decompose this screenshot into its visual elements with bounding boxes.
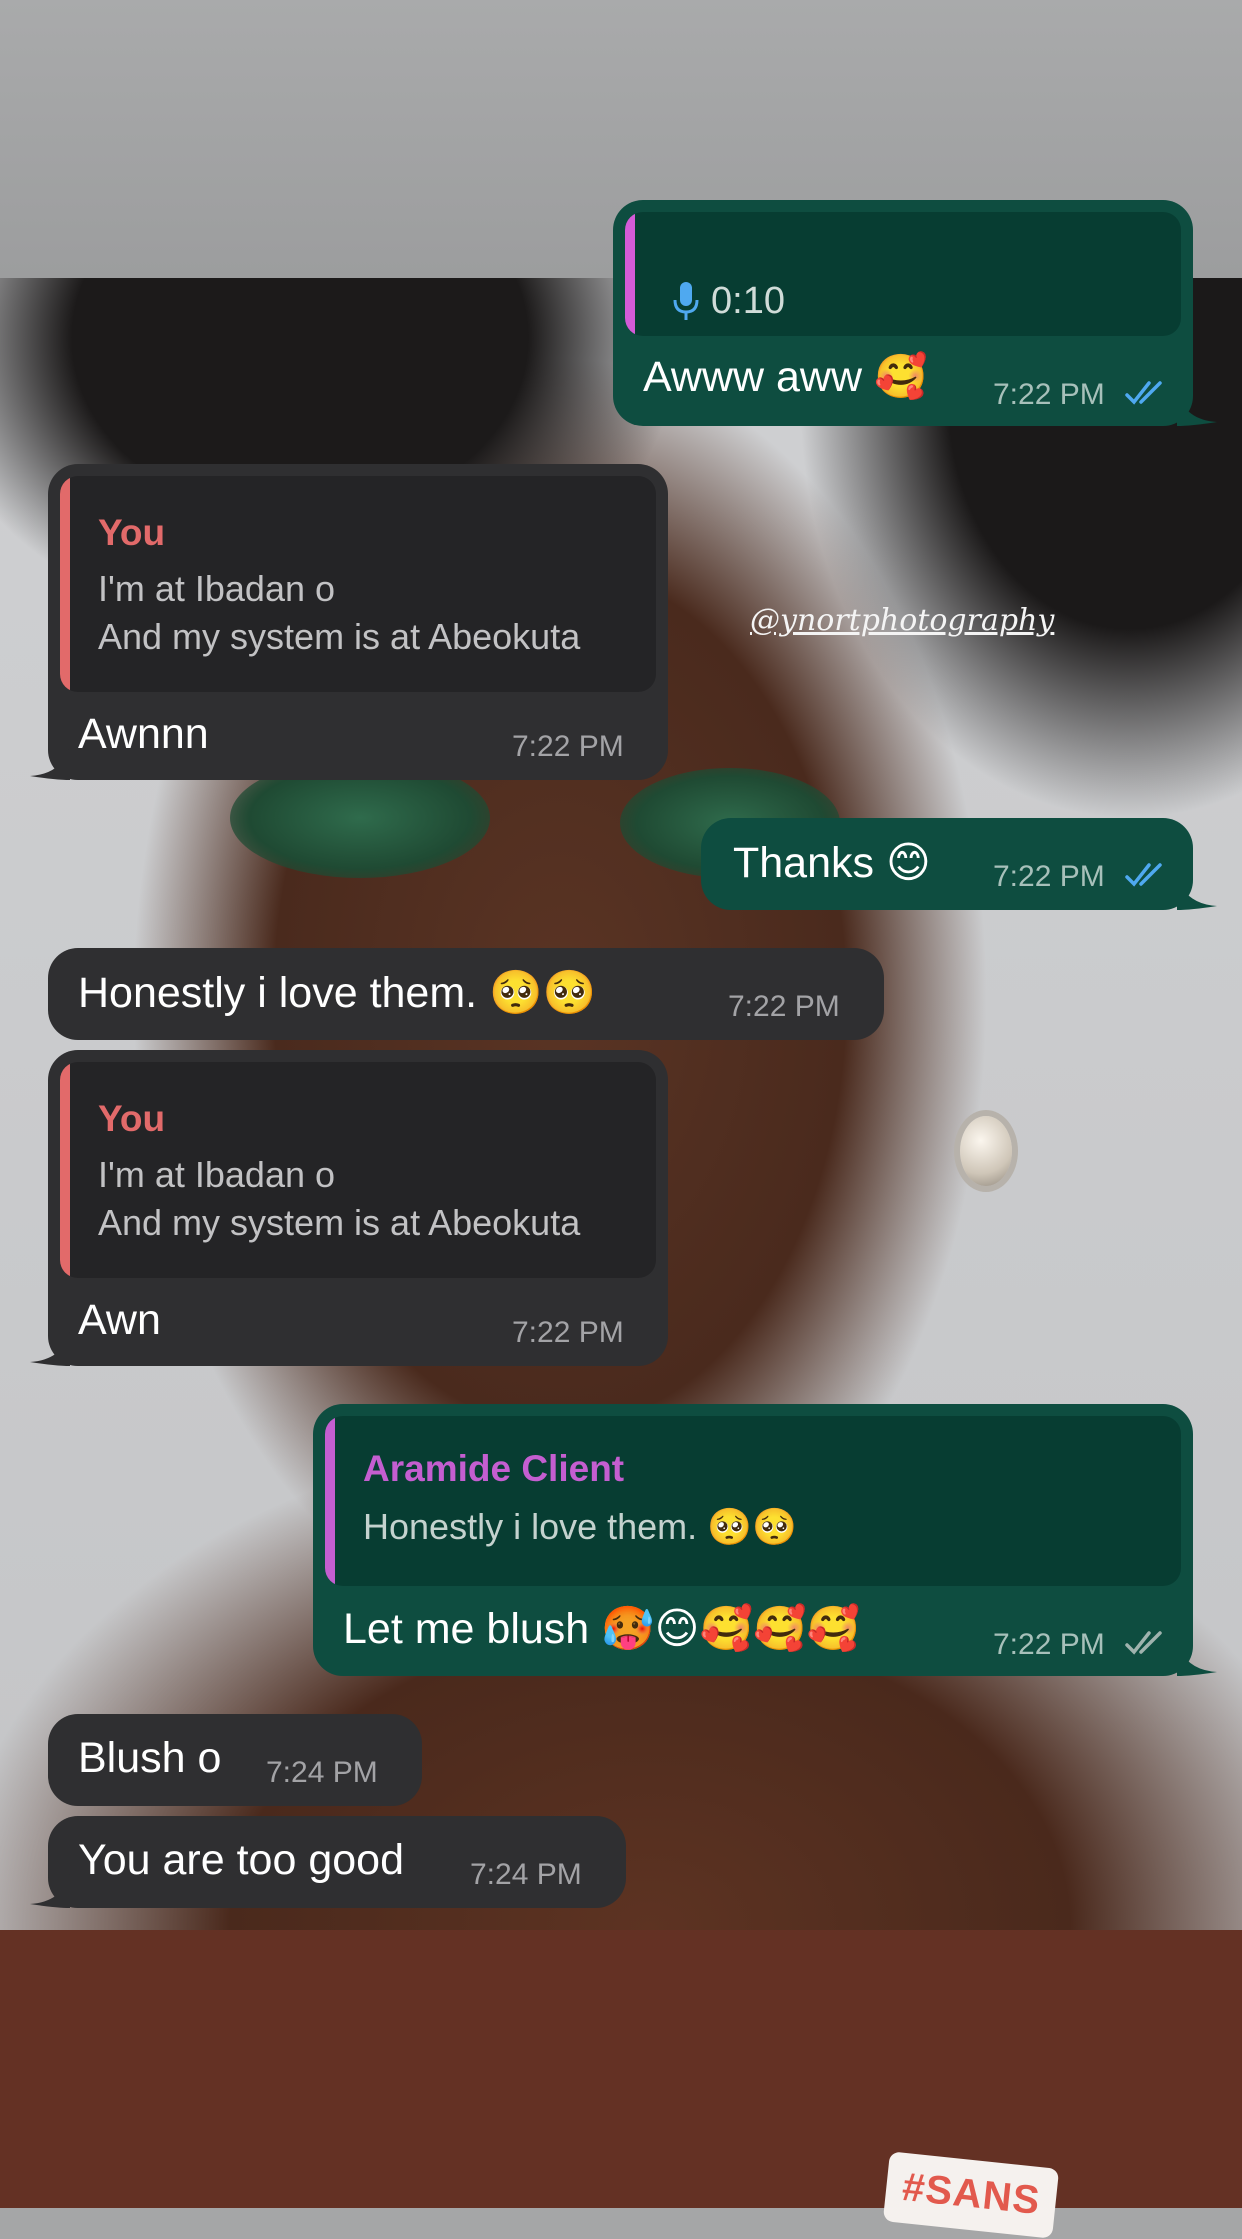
bottom-letterbox — [0, 1930, 1242, 2208]
bubble-tail — [30, 746, 70, 780]
double-check-blue-icon — [1125, 862, 1165, 893]
message-text: Blush o — [78, 1734, 222, 1782]
message-text: Awww aww 🥰 — [643, 353, 928, 401]
bubble-tail — [1177, 392, 1217, 426]
quote-bar — [325, 1416, 335, 1586]
reply-quote[interactable]: Aramide Client Honestly i love them. 🥺🥺 — [325, 1416, 1181, 1586]
message-text: Honestly i love them. 🥺🥺 — [78, 969, 597, 1017]
quote-author: You — [98, 512, 166, 553]
message-time: 7:22 PM — [993, 860, 1105, 893]
voice-quote-bar — [625, 212, 635, 336]
message-time: 7:24 PM — [266, 1756, 378, 1789]
message-bubble-outgoing[interactable]: 0:10 Awww aww 🥰 7:22 PM — [613, 200, 1217, 426]
quote-bar — [60, 476, 70, 692]
message-bubble-incoming[interactable]: Blush o 7:24 PM — [48, 1714, 422, 1806]
message-bubble-incoming[interactable]: You I'm at Ibadan o And my system is at … — [30, 464, 668, 780]
photographer-watermark: @ynortphotography — [750, 603, 1055, 638]
bubble-tail — [1177, 1642, 1217, 1676]
double-check-gray-icon — [1125, 1630, 1165, 1661]
message-time: 7:22 PM — [512, 730, 624, 763]
message-text: Awnnn — [78, 710, 209, 758]
message-bubble-outgoing[interactable]: Aramide Client Honestly i love them. 🥺🥺 … — [313, 1404, 1217, 1676]
voice-note-quote[interactable]: 0:10 — [625, 212, 1181, 336]
bubble-tail — [30, 1332, 70, 1366]
quote-line: Honestly i love them. 🥺🥺 — [363, 1506, 797, 1547]
message-bubble-incoming[interactable]: You I'm at Ibadan o And my system is at … — [30, 1050, 668, 1366]
quote-author: You — [98, 1098, 166, 1139]
message-bubble-incoming[interactable]: Honestly i love them. 🥺🥺 7:22 PM — [48, 948, 884, 1040]
message-bubble-incoming[interactable]: You are too good 7:24 PM — [30, 1816, 626, 1908]
bubble-tail — [30, 1874, 70, 1908]
microphone-icon — [673, 282, 699, 325]
message-time: 7:22 PM — [993, 378, 1105, 411]
message-time: 7:22 PM — [728, 990, 840, 1023]
message-bubble-outgoing[interactable]: Thanks 😊 7:22 PM — [701, 818, 1217, 910]
bubble-tail — [1177, 876, 1217, 910]
message-time: 7:24 PM — [470, 1858, 582, 1891]
message-text: You are too good — [78, 1836, 404, 1884]
message-text: Let me blush 🥵😊🥰🥰🥰 — [343, 1605, 861, 1653]
double-check-blue-icon — [1125, 380, 1165, 411]
quote-line: And my system is at Abeokuta — [98, 616, 581, 657]
voice-duration: 0:10 — [711, 280, 785, 322]
quote-line: I'm at Ibadan o — [98, 1154, 336, 1195]
quote-line: I'm at Ibadan o — [98, 568, 336, 609]
message-time: 7:22 PM — [993, 1628, 1105, 1661]
quote-author: Aramide Client — [363, 1448, 625, 1489]
pearl-earring — [960, 1116, 1012, 1186]
quote-bar — [60, 1062, 70, 1278]
reply-quote[interactable]: You I'm at Ibadan o And my system is at … — [60, 476, 656, 692]
reply-quote[interactable]: You I'm at Ibadan o And my system is at … — [60, 1062, 656, 1278]
message-time: 7:22 PM — [512, 1316, 624, 1349]
message-text: Awn — [78, 1296, 161, 1344]
message-text: Thanks 😊 — [733, 839, 931, 887]
quote-line: And my system is at Abeokuta — [98, 1202, 581, 1243]
